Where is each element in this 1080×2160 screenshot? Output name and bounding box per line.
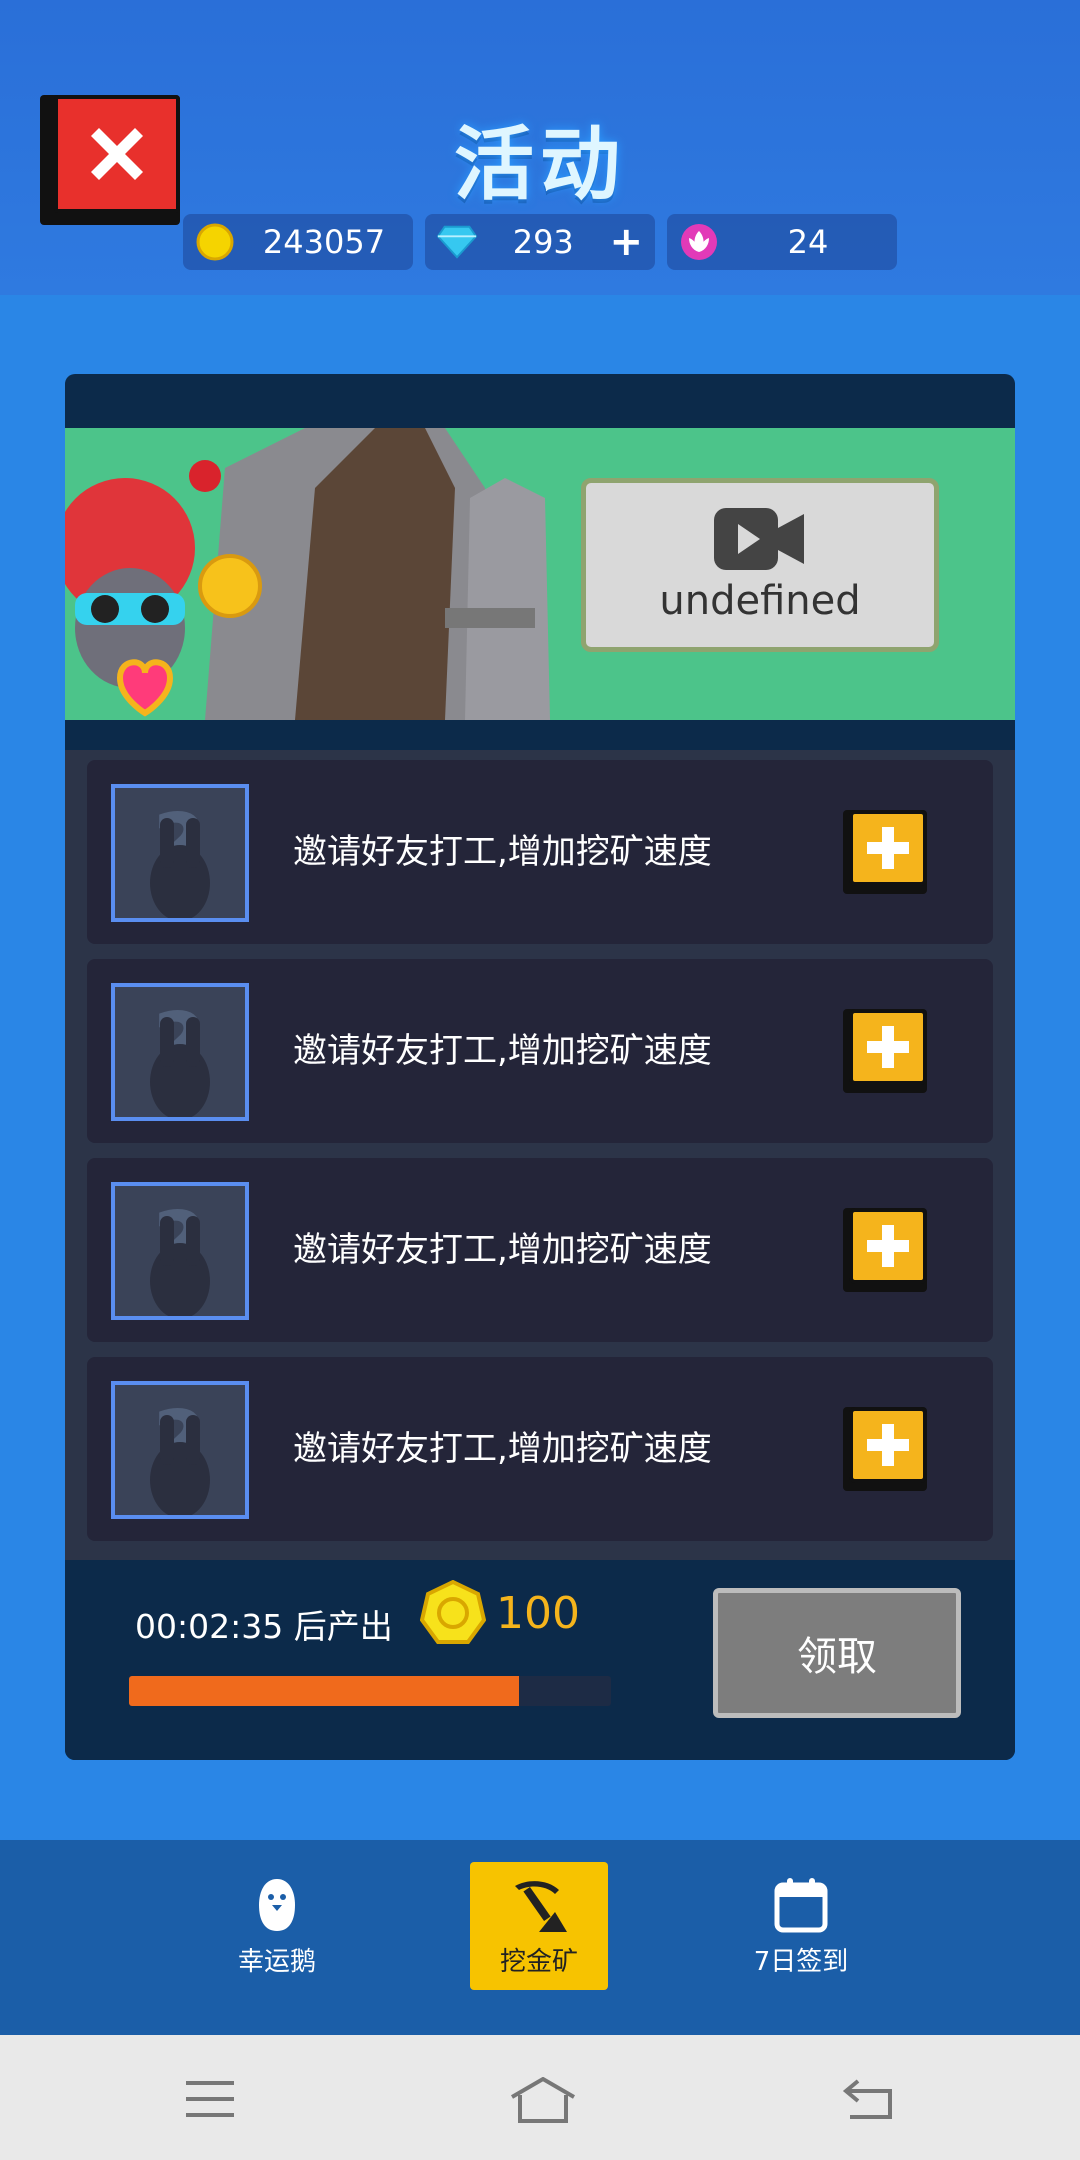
reward-display: 100 [420,1580,580,1646]
list-item: ? 邀请好友打工,增加挖矿速度 [87,760,993,944]
plus-icon [867,1026,909,1068]
friend-slot-avatar: ? [111,983,249,1121]
unknown-friend-icon: ? [150,795,210,921]
invite-friend-button[interactable] [843,1208,927,1292]
coin-value: 243057 [262,223,386,261]
unknown-friend-icon: ? [150,1392,210,1518]
production-progress-bar [129,1676,611,1706]
nav-label: 幸运鹅 [237,1946,316,1977]
lotus-icon [679,222,719,262]
plus-icon [867,827,909,869]
task-text: 邀请好友打工,增加挖矿速度 [293,1429,712,1469]
video-button-label: undefined [659,578,861,624]
list-item: ? 邀请好友打工,增加挖矿速度 [87,959,993,1143]
plus-icon [867,1225,909,1267]
invite-friend-button[interactable] [843,810,927,894]
header: 活动 243057 293 + 24 [0,0,1080,295]
menu-icon[interactable] [180,2077,240,2121]
nav-label: 挖金矿 [499,1946,578,1977]
task-text: 邀请好友打工,增加挖矿速度 [293,1031,712,1071]
home-icon[interactable] [508,2076,576,2123]
unknown-friend-icon: ? [150,1193,210,1319]
gold-coin-icon [420,1580,486,1644]
coin-counter: 243057 [183,214,413,270]
add-diamond-button[interactable]: + [609,219,643,265]
reward-amount: 100 [496,1587,580,1639]
nav-item-gold-mine[interactable]: 挖金矿 [470,1862,608,1990]
pickaxe-icon [509,1875,569,1935]
coin-icon [195,222,235,262]
mining-footer: 00:02:35 后产出 100 领取 [65,1560,1015,1760]
friend-slot-avatar: ? [111,1182,249,1320]
unknown-friend-icon: ? [150,994,210,1120]
diamond-icon [437,222,477,262]
lotus-value: 24 [787,223,829,261]
task-text: 邀请好友打工,增加挖矿速度 [293,832,712,872]
friend-slot-avatar: ? [111,1381,249,1519]
mine-banner: undefined [65,428,1015,720]
plus-icon [867,1424,909,1466]
goose-icon [255,1875,299,1935]
list-item: ? 邀请好友打工,增加挖矿速度 [87,1158,993,1342]
page-title: 活动 [454,118,626,211]
nav-item-lucky-goose[interactable]: 幸运鹅 [208,1862,346,1990]
production-timer: 00:02:35 后产出 [135,1607,393,1646]
video-camera-icon [714,508,804,570]
lotus-counter: 24 [667,214,897,270]
progress-fill [129,1676,520,1706]
invite-friend-button[interactable] [843,1407,927,1491]
claim-button[interactable]: 领取 [713,1588,961,1718]
list-item: ? 邀请好友打工,增加挖矿速度 [87,1357,993,1541]
bottom-nav: 幸运鹅 挖金矿 7日签到 [0,1840,1080,2035]
diamond-counter[interactable]: 293 + [425,214,655,270]
back-icon[interactable] [838,2077,898,2121]
watch-video-button[interactable]: undefined [581,478,939,652]
system-nav-bar [0,2035,1080,2160]
task-list: ? 邀请好友打工,增加挖矿速度 ? 邀请好友打工,增加挖矿速度 [65,750,1015,1560]
friend-slot-avatar: ? [111,784,249,922]
invite-friend-button[interactable] [843,1009,927,1093]
diamond-value: 293 [512,223,574,261]
mining-panel: undefined ? 邀请好友打工,增加挖矿速度 ? [65,374,1015,1760]
nav-label: 7日签到 [753,1946,849,1977]
task-text: 邀请好友打工,增加挖矿速度 [293,1230,712,1270]
nav-item-7day-signin[interactable]: 7日签到 [732,1862,870,1990]
calendar-icon [774,1875,828,1935]
